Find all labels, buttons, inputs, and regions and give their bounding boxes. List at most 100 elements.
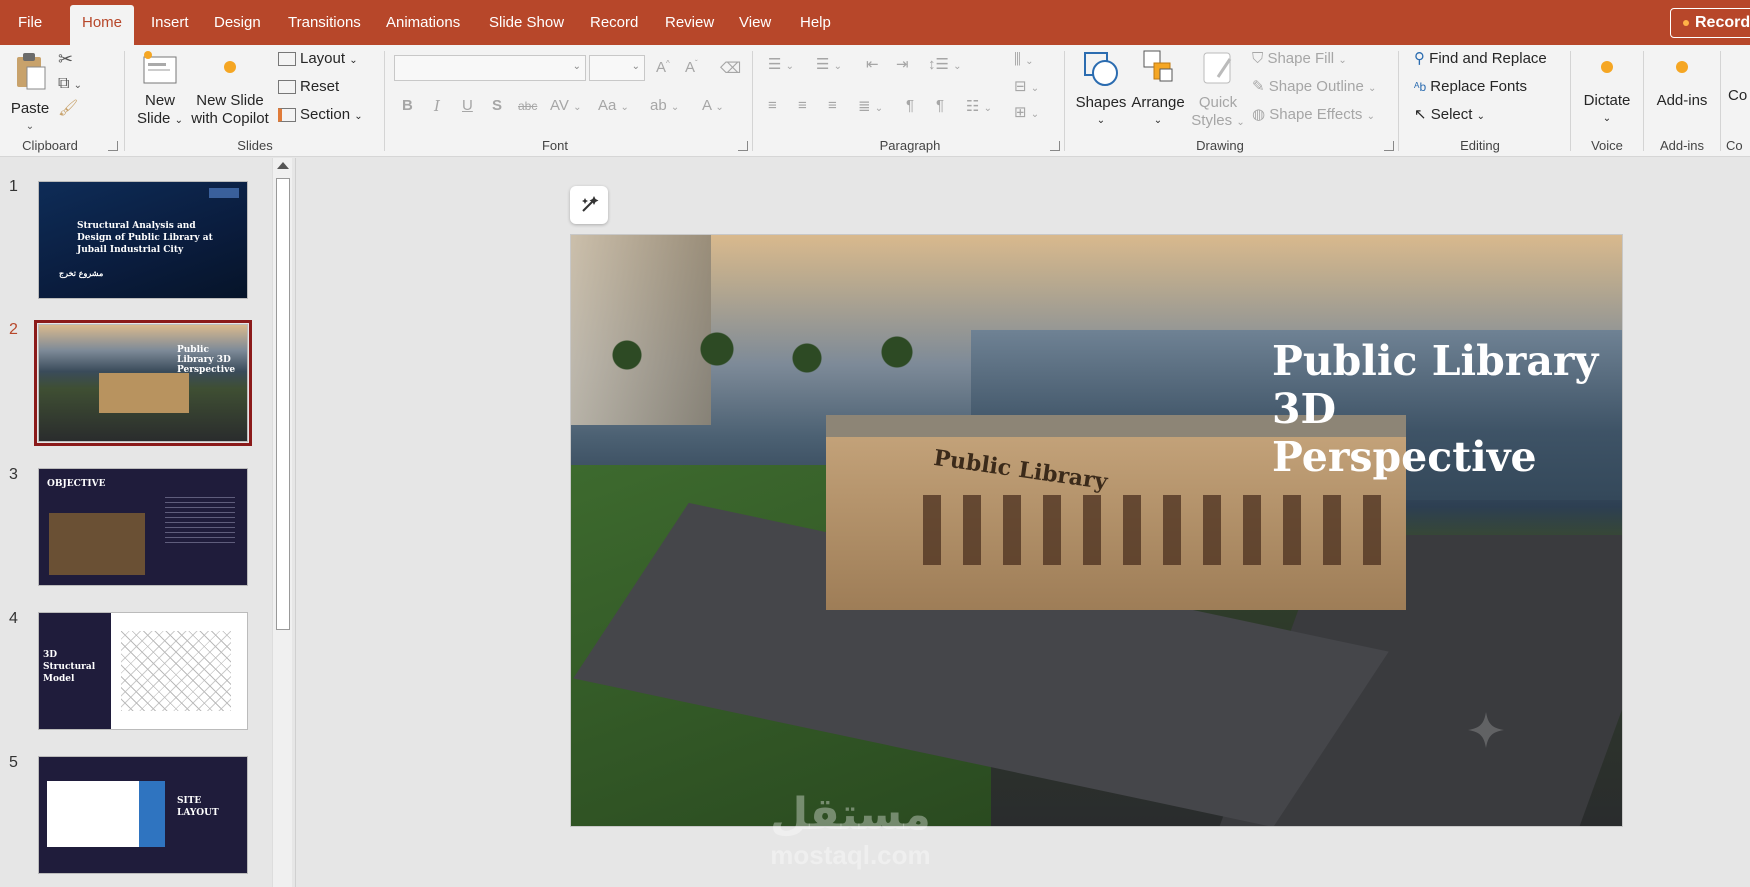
designer-button[interactable]	[570, 186, 608, 224]
copilot-group-label: Co	[1726, 138, 1743, 153]
ribbon-home: Paste ⌄ ✂ ⧉ ⌄ 🖌 Clipboard New Slide ⌄ Ne…	[0, 45, 1750, 157]
tab-animations[interactable]: Animations	[374, 10, 472, 36]
slide-number: 5	[9, 754, 18, 771]
smartart-icon[interactable]: ⊞ ⌄	[1014, 103, 1039, 121]
slides-group-label: Slides	[237, 138, 273, 153]
drawing-launcher-icon[interactable]	[1384, 141, 1394, 151]
increase-indent-icon[interactable]: ⇥	[896, 55, 909, 73]
italic-icon[interactable]: I	[434, 97, 440, 115]
clear-formatting-icon[interactable]: ⌫	[720, 59, 741, 77]
bold-icon[interactable]: B	[402, 97, 413, 114]
thumb-title: SITE LAYOUT	[177, 796, 219, 818]
shape-fill-button[interactable]: ⛉ Shape Fill ⌄	[1252, 47, 1347, 71]
cursor-icon: ↖	[1414, 106, 1427, 123]
arrange-button[interactable]: Arrange ⌄	[1130, 47, 1186, 130]
editing-group-label: Editing	[1460, 138, 1500, 153]
thumb-title: Public Library 3D Perspective	[177, 345, 236, 375]
tab-insert[interactable]: Insert	[139, 10, 201, 36]
new-slide-button[interactable]: New Slide ⌄	[134, 49, 186, 130]
thumbnails-scrollbar[interactable]	[272, 158, 292, 887]
select-button[interactable]: ↖ Select ⌄	[1414, 103, 1485, 127]
change-case-icon[interactable]: Aa ⌄	[598, 97, 629, 114]
dictate-button[interactable]: Dictate ⌄	[1578, 49, 1636, 128]
find-and-replace-button[interactable]: ⚲ Find and Replace	[1414, 47, 1547, 71]
site-layout-accent	[139, 781, 165, 847]
section-button[interactable]: Section ⌄	[278, 103, 363, 127]
copy-button[interactable]: ⧉ ⌄	[58, 72, 82, 96]
thumb-title: OBJECTIVE	[47, 479, 106, 489]
text-direction-icon[interactable]: ⫼ ⌄	[1014, 51, 1033, 68]
brush-icon: 🖌	[58, 100, 79, 117]
strikethrough-icon[interactable]: abc	[518, 99, 537, 113]
shape-outline-button[interactable]: ✎ Shape Outline ⌄	[1252, 75, 1376, 99]
paste-icon	[17, 53, 46, 90]
tab-transitions[interactable]: Transitions	[276, 10, 373, 36]
align-right-icon[interactable]: ≡	[828, 97, 837, 114]
line-spacing-icon[interactable]: ↕☰ ⌄	[928, 55, 962, 73]
shape-effects-button[interactable]: ◍ Shape Effects ⌄	[1252, 103, 1375, 127]
slide-thumbnail-5[interactable]: SITE LAYOUT	[38, 756, 248, 874]
slide-thumbnail-3[interactable]: OBJECTIVE	[38, 468, 248, 586]
quick-styles-button[interactable]: Quick Styles ⌄	[1190, 47, 1246, 132]
font-name-combo[interactable]: ⌄	[394, 55, 586, 81]
slide-thumbnail-1[interactable]: Structural Analysis and Design of Public…	[38, 181, 248, 299]
ltr-icon[interactable]: ¶	[906, 97, 914, 114]
tab-home[interactable]: Home	[70, 5, 135, 45]
rtl-icon[interactable]: ¶	[936, 97, 944, 114]
shapes-button[interactable]: Shapes ⌄	[1074, 47, 1128, 130]
current-slide[interactable]: Public Library Public Library 3D Perspec…	[570, 234, 1623, 827]
reset-button[interactable]: Reset	[278, 75, 339, 99]
add-ins-button[interactable]: Add-ins	[1650, 49, 1714, 110]
clipboard-launcher-icon[interactable]	[108, 141, 118, 151]
font-launcher-icon[interactable]	[738, 141, 748, 151]
divider	[1643, 51, 1644, 151]
align-left-icon[interactable]: ≡	[768, 97, 777, 114]
columns-icon[interactable]: ☷ ⌄	[966, 97, 992, 115]
font-color-icon[interactable]: A ⌄	[702, 97, 724, 114]
tab-file[interactable]: File	[6, 10, 54, 36]
underline-icon[interactable]: U	[462, 97, 473, 114]
record-button[interactable]: Record	[1670, 8, 1750, 38]
paragraph-launcher-icon[interactable]	[1050, 141, 1060, 151]
tab-slide-show[interactable]: Slide Show	[477, 10, 576, 36]
tab-review[interactable]: Review	[653, 10, 726, 36]
tab-record[interactable]: Record	[578, 10, 650, 36]
new-slide-with-copilot-button[interactable]: New Slide with Copilot	[190, 49, 270, 128]
divider	[1064, 51, 1065, 151]
sparkle-icon	[582, 196, 599, 212]
scissors-icon: ✂	[58, 49, 74, 69]
quick-styles-icon	[1203, 52, 1232, 84]
numbering-icon[interactable]: ☰ ⌄	[816, 55, 842, 73]
add-ins-icon	[1676, 61, 1688, 73]
tab-design[interactable]: Design	[202, 10, 273, 36]
tab-help[interactable]: Help	[788, 10, 843, 36]
layout-button[interactable]: Layout ⌄	[278, 47, 358, 71]
slide-thumbnail-4[interactable]: 3D Structural Model	[38, 612, 248, 730]
arrange-icon	[1143, 50, 1173, 82]
grow-font-icon[interactable]: A^	[656, 59, 670, 76]
search-icon: ⚲	[1414, 50, 1425, 67]
align-text-icon[interactable]: ⊟ ⌄	[1014, 77, 1039, 95]
highlight-icon[interactable]: ab ⌄	[650, 97, 679, 114]
font-size-combo[interactable]: ⌄	[589, 55, 645, 81]
chevron-down-icon: ⌄	[631, 61, 640, 72]
slide-title[interactable]: Public Library 3D Perspective	[1272, 337, 1602, 481]
divider	[384, 51, 385, 151]
scroll-up-arrow-icon[interactable]	[277, 162, 289, 169]
copilot-button[interactable]: Co	[1728, 87, 1750, 105]
format-painter-button[interactable]: 🖌	[58, 97, 78, 121]
copy-icon: ⧉	[58, 75, 70, 92]
align-center-icon[interactable]: ≡	[798, 97, 807, 114]
shrink-font-icon[interactable]: Aˇ	[685, 59, 698, 76]
scrollbar-thumb[interactable]	[276, 178, 290, 630]
justify-icon[interactable]: ≣ ⌄	[858, 97, 883, 115]
character-spacing-icon[interactable]: AV ⌄	[550, 97, 581, 114]
tab-view[interactable]: View	[727, 10, 783, 36]
slide-thumbnail-2[interactable]: Public Library 3D Perspective	[34, 320, 252, 446]
bullets-icon[interactable]: ☰ ⌄	[768, 55, 794, 73]
replace-fonts-button[interactable]: ᴬb Replace Fonts	[1414, 75, 1527, 99]
paste-button[interactable]: Paste ⌄	[10, 51, 50, 136]
decrease-indent-icon[interactable]: ⇤	[866, 55, 879, 73]
cut-button[interactable]: ✂	[58, 47, 73, 71]
shadow-icon[interactable]: S	[492, 97, 502, 114]
